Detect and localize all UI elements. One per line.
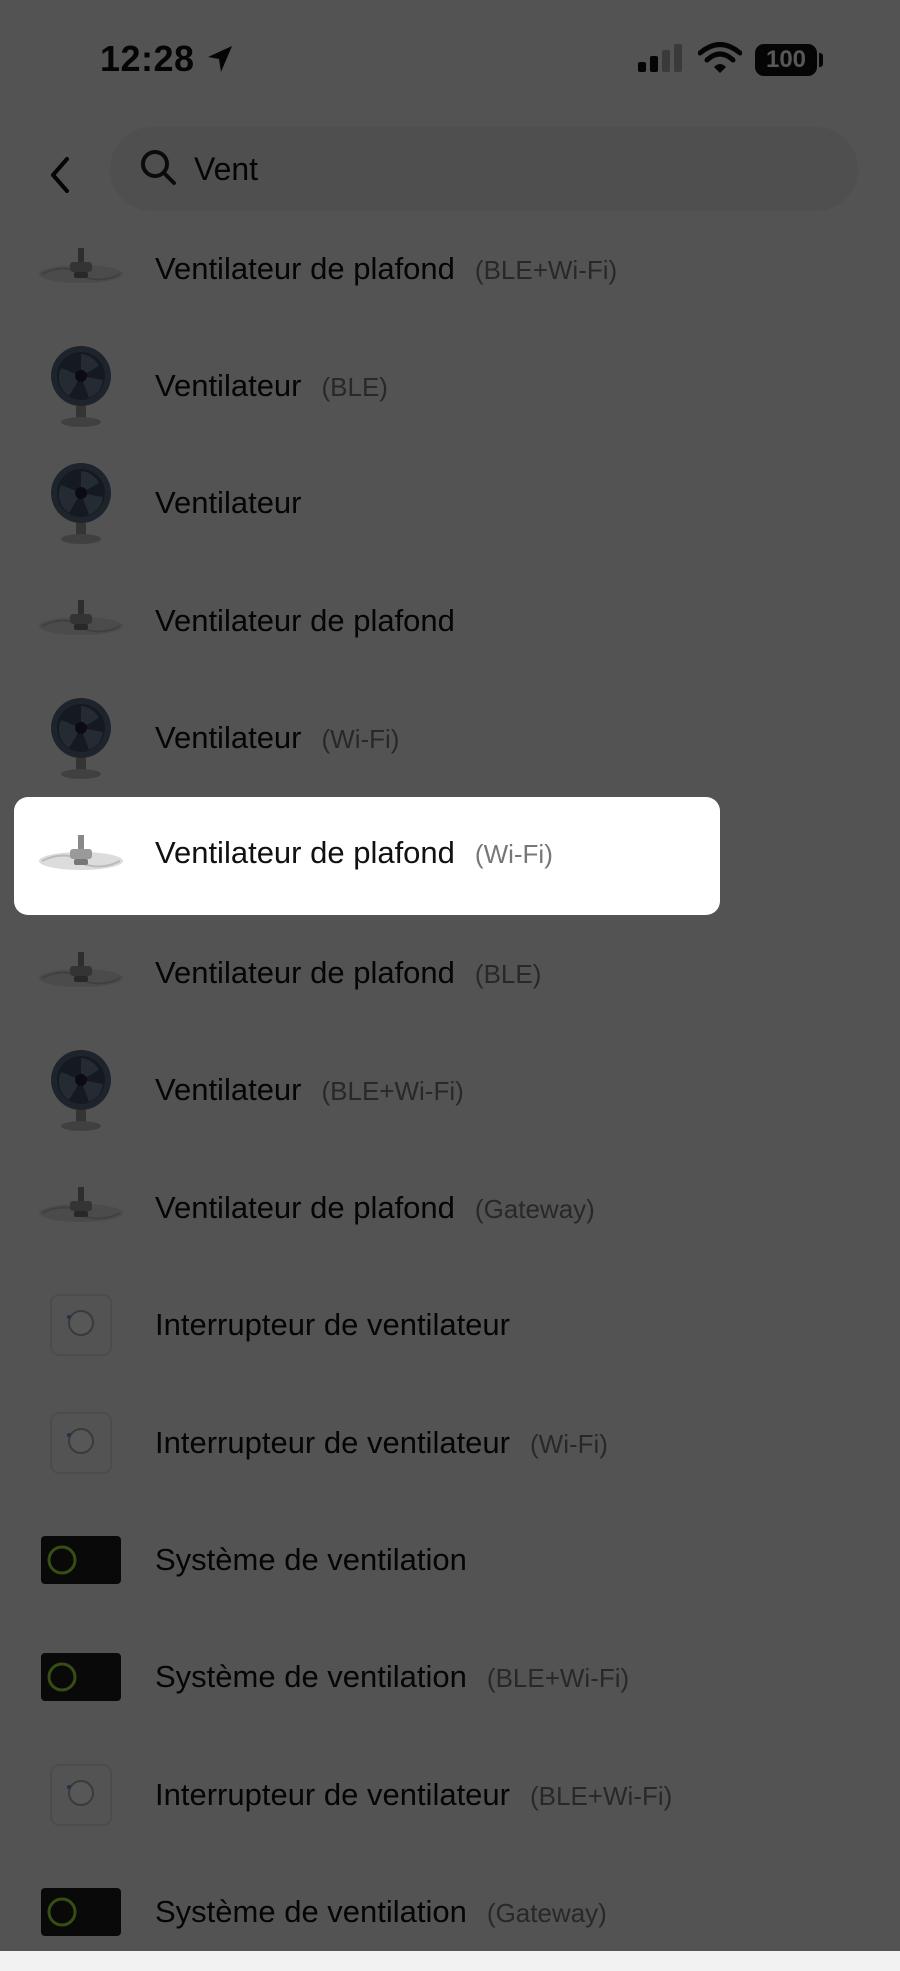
list-item-tag: (Wi-Fi) bbox=[530, 1428, 608, 1459]
list-item-label: Ventilateur (Wi-Fi) bbox=[155, 720, 399, 756]
list-item-tag: (BLE+Wi-Fi) bbox=[530, 1780, 673, 1811]
list-item-title: Ventilateur bbox=[155, 485, 302, 521]
list-item[interactable]: Ventilateur (BLE) bbox=[0, 327, 900, 444]
status-bar: 12:28 100 bbox=[0, 0, 900, 120]
desk-fan-icon bbox=[36, 1045, 126, 1135]
desk-fan-icon bbox=[36, 458, 126, 548]
list-item-title: Système de ventilation bbox=[155, 1894, 467, 1930]
chevron-left-icon bbox=[51, 157, 69, 193]
list-item-label: Ventilateur de plafond (BLE+Wi-Fi) bbox=[155, 251, 617, 287]
list-item[interactable]: Système de ventilation bbox=[0, 1501, 900, 1618]
list-item-label: Système de ventilation (BLE+Wi-Fi) bbox=[155, 1659, 629, 1695]
list-item-tag: (Wi-Fi) bbox=[474, 839, 553, 869]
fan-switch-icon bbox=[36, 1398, 126, 1488]
list-item-label: Interrupteur de ventilateur (BLE+Wi-Fi) bbox=[155, 1777, 672, 1813]
ceiling-fan-icon bbox=[36, 1163, 126, 1253]
desk-fan-icon bbox=[36, 693, 126, 783]
wifi-icon bbox=[697, 42, 743, 79]
list-item-title: Système de ventilation bbox=[155, 1541, 467, 1577]
list-item-label: Interrupteur de ventilateur (Wi-Fi) bbox=[155, 1425, 608, 1461]
list-item-label: Ventilateur de plafond (BLE) bbox=[155, 955, 541, 991]
cellular-signal-icon bbox=[636, 44, 686, 79]
ceiling-fan-icon bbox=[36, 576, 126, 666]
highlighted-list-item[interactable]: Ventilateur de plafond (Wi-Fi) bbox=[14, 797, 720, 915]
list-item-title: Ventilateur de plafond bbox=[155, 250, 455, 286]
list-item-tag: (Gateway) bbox=[486, 1898, 607, 1929]
list-item-tag: (BLE+Wi-Fi) bbox=[486, 1663, 630, 1694]
battery-indicator: 100 bbox=[755, 44, 817, 76]
list-item-tag: (BLE+Wi-Fi) bbox=[474, 254, 618, 285]
list-item-title: Interrupteur de ventilateur bbox=[155, 1307, 510, 1343]
list-item[interactable]: Ventilateur de plafond (BLE) bbox=[0, 914, 900, 1031]
list-item[interactable]: Ventilateur (Wi-Fi) bbox=[0, 680, 900, 797]
list-item[interactable]: Système de ventilation (BLE+Wi-Fi) bbox=[0, 1619, 900, 1736]
ceiling-fan-icon bbox=[36, 811, 126, 901]
list-item-label: Ventilateur de plafond (Wi-Fi) bbox=[155, 835, 553, 871]
list-item-label: Système de ventilation bbox=[155, 1542, 467, 1578]
list-item-title: Ventilateur de plafond bbox=[155, 954, 455, 990]
list-item-title: Ventilateur bbox=[155, 367, 302, 403]
battery-tip bbox=[819, 53, 823, 67]
list-item-tag: (BLE+Wi-Fi) bbox=[321, 1076, 464, 1107]
search-icon bbox=[140, 149, 178, 192]
list-item-title: Ventilateur de plafond bbox=[155, 602, 455, 638]
location-arrow-icon bbox=[206, 44, 234, 79]
list-item[interactable]: Interrupteur de ventilateur bbox=[0, 1267, 900, 1384]
list-item-tag: (BLE) bbox=[321, 371, 388, 402]
list-item-tag: (BLE) bbox=[474, 958, 542, 989]
list-item-tag: (Wi-Fi) bbox=[321, 724, 400, 755]
fan-switch-icon bbox=[36, 1750, 126, 1840]
list-item-title: Ventilateur de plafond bbox=[155, 1189, 455, 1225]
list-item-label: Ventilateur (BLE+Wi-Fi) bbox=[155, 1072, 464, 1108]
list-item-tag: (Gateway) bbox=[474, 1193, 595, 1224]
list-item-label: Ventilateur de plafond (Gateway) bbox=[155, 1190, 595, 1226]
list-item[interactable]: Interrupteur de ventilateur (BLE+Wi-Fi) bbox=[0, 1736, 900, 1853]
list-item-title: Système de ventilation bbox=[155, 1659, 467, 1695]
list-item-label: Système de ventilation (Gateway) bbox=[155, 1894, 607, 1930]
status-time: 12:28 bbox=[100, 38, 195, 79]
search-box[interactable] bbox=[110, 127, 858, 211]
ceiling-fan-icon bbox=[36, 928, 126, 1018]
list-item-title: Ventilateur de plafond bbox=[155, 835, 455, 870]
back-button[interactable] bbox=[40, 150, 80, 200]
list-item-title: Interrupteur de ventilateur bbox=[155, 1424, 510, 1460]
list-item[interactable]: Ventilateur de plafond (BLE+Wi-Fi) bbox=[0, 210, 900, 327]
list-item-title: Ventilateur bbox=[155, 1072, 302, 1108]
desk-fan-icon bbox=[36, 341, 126, 431]
list-item[interactable]: Système de ventilation (Gateway) bbox=[0, 1854, 900, 1971]
list-item-title: Interrupteur de ventilateur bbox=[155, 1776, 510, 1812]
list-item[interactable]: Ventilateur bbox=[0, 445, 900, 562]
fan-switch-icon bbox=[36, 1280, 126, 1370]
ventilation-system-icon bbox=[36, 1632, 126, 1722]
list-item-label: Ventilateur de plafond bbox=[155, 603, 455, 639]
ventilation-system-icon bbox=[36, 1515, 126, 1605]
list-item-label: Interrupteur de ventilateur bbox=[155, 1307, 510, 1343]
list-item-label: Ventilateur bbox=[155, 485, 302, 521]
list-item[interactable]: Ventilateur de plafond (Gateway) bbox=[0, 1149, 900, 1266]
search-input[interactable] bbox=[194, 143, 794, 195]
list-item-label: Ventilateur (BLE) bbox=[155, 368, 388, 404]
list-item[interactable]: Interrupteur de ventilateur (Wi-Fi) bbox=[0, 1384, 900, 1501]
list-item[interactable]: Ventilateur (BLE+Wi-Fi) bbox=[0, 1032, 900, 1149]
ceiling-fan-icon bbox=[36, 224, 126, 314]
list-item[interactable]: Ventilateur de plafond bbox=[0, 562, 900, 679]
list-item-title: Ventilateur bbox=[155, 720, 302, 756]
ventilation-system-icon bbox=[36, 1867, 126, 1957]
